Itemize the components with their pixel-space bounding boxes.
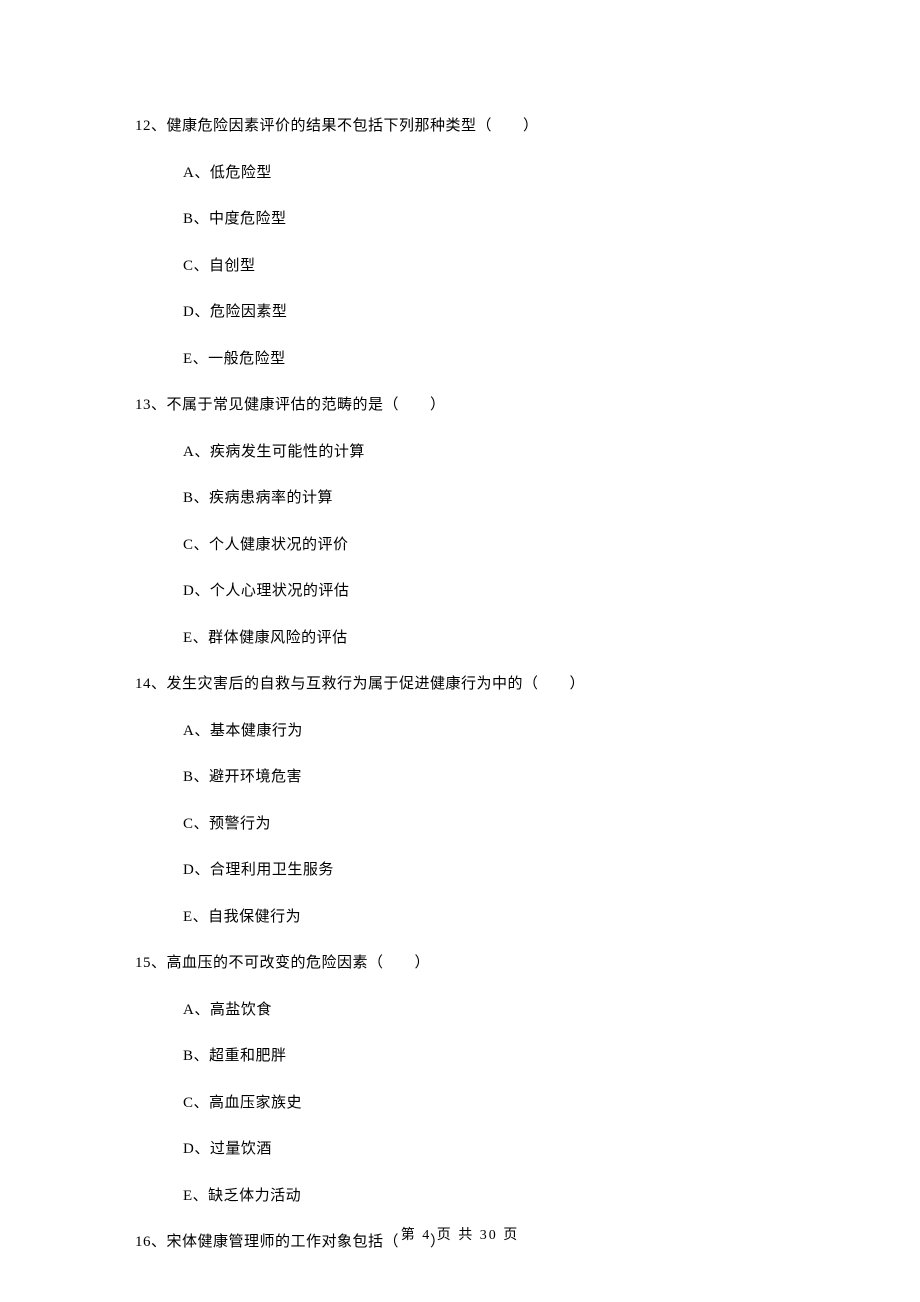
option-12-a: A、低危险型 [183,162,785,185]
question-12: 12、健康危险因素评价的结果不包括下列那种类型（ ） A、低危险型 B、中度危险… [135,115,785,370]
option-13-e: E、群体健康风险的评估 [183,627,785,650]
option-14-b: B、避开环境危害 [183,766,785,789]
option-15-c: C、高血压家族史 [183,1092,785,1115]
page-footer: 第 4 页 共 30 页 [0,1224,920,1244]
option-12-c: C、自创型 [183,255,785,278]
question-15-text: 15、高血压的不可改变的危险因素（ ） [135,952,785,975]
page-content: 12、健康危险因素评价的结果不包括下列那种类型（ ） A、低危险型 B、中度危险… [0,0,920,1254]
option-13-d: D、个人心理状况的评估 [183,580,785,603]
question-body: 发生灾害后的自救与互救行为属于促进健康行为中的（ ） [167,676,586,692]
option-12-d: D、危险因素型 [183,301,785,324]
question-body: 不属于常见健康评估的范畴的是（ ） [167,397,446,413]
question-number: 14、 [135,676,167,692]
option-12-e: E、一般危险型 [183,348,785,371]
question-14-options: A、基本健康行为 B、避开环境危害 C、预警行为 D、合理利用卫生服务 E、自我… [135,720,785,929]
option-15-e: E、缺乏体力活动 [183,1185,785,1208]
question-body: 高血压的不可改变的危险因素（ ） [167,955,431,971]
option-15-d: D、过量饮酒 [183,1138,785,1161]
option-13-b: B、疾病患病率的计算 [183,487,785,510]
question-body: 健康危险因素评价的结果不包括下列那种类型（ ） [167,118,539,134]
question-15-options: A、高盐饮食 B、超重和肥胖 C、高血压家族史 D、过量饮酒 E、缺乏体力活动 [135,999,785,1208]
option-14-a: A、基本健康行为 [183,720,785,743]
option-15-a: A、高盐饮食 [183,999,785,1022]
option-14-e: E、自我保健行为 [183,906,785,929]
option-12-b: B、中度危险型 [183,208,785,231]
question-number: 13、 [135,397,167,413]
question-14: 14、发生灾害后的自救与互救行为属于促进健康行为中的（ ） A、基本健康行为 B… [135,673,785,928]
question-13: 13、不属于常见健康评估的范畴的是（ ） A、疾病发生可能性的计算 B、疾病患病… [135,394,785,649]
question-13-options: A、疾病发生可能性的计算 B、疾病患病率的计算 C、个人健康状况的评价 D、个人… [135,441,785,650]
option-13-a: A、疾病发生可能性的计算 [183,441,785,464]
question-number: 15、 [135,955,167,971]
option-14-d: D、合理利用卫生服务 [183,859,785,882]
question-number: 12、 [135,118,167,134]
question-12-options: A、低危险型 B、中度危险型 C、自创型 D、危险因素型 E、一般危险型 [135,162,785,371]
option-15-b: B、超重和肥胖 [183,1045,785,1068]
option-14-c: C、预警行为 [183,813,785,836]
option-13-c: C、个人健康状况的评价 [183,534,785,557]
question-13-text: 13、不属于常见健康评估的范畴的是（ ） [135,394,785,417]
question-15: 15、高血压的不可改变的危险因素（ ） A、高盐饮食 B、超重和肥胖 C、高血压… [135,952,785,1207]
question-14-text: 14、发生灾害后的自救与互救行为属于促进健康行为中的（ ） [135,673,785,696]
question-12-text: 12、健康危险因素评价的结果不包括下列那种类型（ ） [135,115,785,138]
